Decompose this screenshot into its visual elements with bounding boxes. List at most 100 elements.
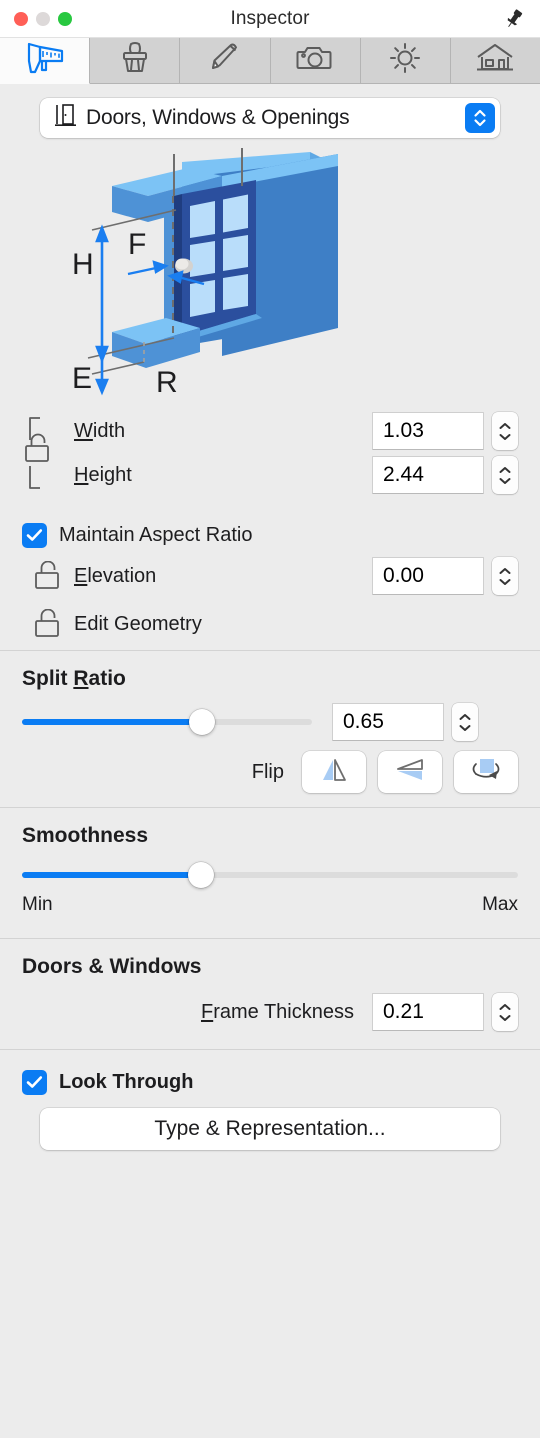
mirror-horizontal-icon: [317, 756, 351, 789]
elevation-unlocked-padlock-icon[interactable]: [22, 561, 74, 591]
svg-text:F: F: [128, 228, 146, 261]
flip-row: Flip: [0, 743, 540, 807]
elevation-stepper[interactable]: [492, 557, 518, 595]
close-button[interactable]: [14, 11, 28, 26]
edit-geometry-label: Edit Geometry: [74, 612, 202, 635]
smoothness-min-label: Min: [22, 894, 53, 915]
svg-text:H: H: [72, 248, 94, 281]
elevation-label-rest: levation: [87, 564, 157, 587]
caliper-icon: [22, 40, 68, 81]
width-stepper[interactable]: [492, 412, 518, 450]
smoothness-fill: [22, 872, 201, 878]
elevation-input[interactable]: 0.00: [372, 557, 484, 595]
title-bar: Inspector: [0, 0, 540, 38]
pin-icon[interactable]: [504, 8, 524, 35]
category-popup-button[interactable]: Doors, Windows & Openings: [40, 98, 500, 138]
height-row: Height 2.44: [74, 453, 518, 497]
window-controls: [0, 11, 72, 26]
tab-camera[interactable]: [270, 38, 361, 84]
look-through-label: Look Through: [59, 1070, 194, 1093]
svg-text:R: R: [156, 366, 178, 396]
maintain-aspect-ratio-row[interactable]: Maintain Aspect Ratio: [22, 508, 518, 554]
tab-light[interactable]: [360, 38, 451, 84]
frame-thickness-label: Frame Thickness: [201, 1001, 354, 1024]
minimize-button[interactable]: [36, 11, 50, 26]
split-ratio-fill: [22, 719, 202, 725]
frame-thickness-input[interactable]: 0.21: [372, 993, 484, 1031]
inspector-window: Inspector Doors, Windows & Openings H E …: [0, 0, 540, 1438]
split-ratio-heading: Split Ratio: [22, 651, 518, 695]
look-through-section: Look Through: [0, 1050, 540, 1096]
tab-site[interactable]: [450, 38, 540, 84]
frame-thickness-stepper[interactable]: [492, 993, 518, 1031]
height-label: Height: [74, 464, 132, 487]
width-input[interactable]: 1.03: [372, 412, 484, 450]
category-popup-value: Doors, Windows & Openings: [86, 106, 350, 129]
height-stepper[interactable]: [492, 456, 518, 494]
smoothness-slider[interactable]: [22, 862, 518, 888]
elevation-section: Elevation 0.00 Edit Geometry: [0, 554, 540, 650]
elevation-mnemonic: E: [74, 564, 88, 587]
door-icon: [54, 103, 78, 134]
flip-horizontal-button[interactable]: [302, 751, 366, 793]
window-dimension-diagram: H E F R: [0, 142, 540, 398]
maintain-aspect-ratio-label: Maintain Aspect Ratio: [59, 523, 253, 546]
look-through-row[interactable]: Look Through: [22, 1050, 518, 1096]
split-ratio-input[interactable]: 0.65: [332, 703, 444, 741]
house-icon: [473, 40, 517, 81]
aspect-lock-bracket[interactable]: [22, 398, 74, 508]
split-ratio-mnemonic: R: [73, 667, 89, 690]
flip-vertical-button[interactable]: [378, 751, 442, 793]
height-input[interactable]: 2.44: [372, 456, 484, 494]
split-ratio-heading-pre: Split: [22, 667, 74, 690]
elevation-row: Elevation 0.00: [22, 554, 518, 598]
edit-geometry-unlocked-padlock-icon[interactable]: [22, 609, 74, 639]
inspector-tabbar: [0, 38, 540, 84]
split-ratio-slider[interactable]: [22, 709, 312, 735]
edit-geometry-row[interactable]: Edit Geometry: [22, 598, 518, 650]
width-mnemonic: W: [74, 419, 93, 442]
look-through-checkbox-checked-icon[interactable]: [22, 1069, 47, 1095]
doors-windows-section: Doors & Windows Frame Thickness 0.21: [0, 939, 540, 1049]
smoothness-max-label: Max: [482, 894, 518, 915]
frame-thickness-row: Frame Thickness 0.21: [22, 983, 518, 1041]
height-mnemonic: H: [74, 463, 89, 486]
svg-text:E: E: [72, 362, 92, 395]
zoom-button[interactable]: [58, 11, 72, 26]
split-ratio-section: Split Ratio 0.65: [0, 651, 540, 743]
checkbox-checked-icon[interactable]: [22, 522, 47, 548]
frame-thickness-label-rest: rame Thickness: [213, 1000, 354, 1023]
tab-edit[interactable]: [180, 38, 271, 84]
width-row: Width 1.03: [74, 409, 518, 453]
doors-windows-heading: Doors & Windows: [22, 955, 202, 978]
tab-measure[interactable]: [0, 38, 91, 84]
smoothness-heading: Smoothness: [22, 824, 149, 847]
split-ratio-stepper[interactable]: [452, 703, 478, 741]
flip-depth-button[interactable]: [454, 751, 518, 793]
smoothness-knob[interactable]: [187, 862, 214, 888]
size-fields: Width 1.03 Height 2.44: [74, 409, 518, 497]
flip-label: Flip: [251, 760, 284, 783]
paintbrush-icon: [115, 40, 155, 81]
pencil-icon: [205, 40, 245, 81]
mirror-vertical-icon: [393, 756, 427, 789]
rotate-reverse-icon: [467, 756, 505, 789]
maintain-aspect-section: Maintain Aspect Ratio: [0, 508, 540, 554]
split-ratio-heading-post: atio: [88, 667, 126, 690]
chevron-up-down-icon[interactable]: [465, 103, 495, 133]
split-ratio-knob[interactable]: [188, 709, 215, 735]
sun-icon: [385, 40, 425, 81]
smoothness-range-labels: Min Max: [22, 888, 518, 916]
camera-icon: [294, 40, 336, 81]
smoothness-section: Smoothness Min Max: [0, 808, 540, 938]
tab-materials[interactable]: [90, 38, 181, 84]
page-title: Inspector: [230, 7, 310, 29]
width-label: Width: [74, 420, 125, 443]
height-label-rest: eight: [88, 463, 132, 486]
category-popup-wrap: Doors, Windows & Openings: [0, 84, 540, 142]
size-group: Width 1.03 Height 2.44: [0, 398, 540, 508]
type-representation-button[interactable]: Type & Representation...: [40, 1108, 500, 1150]
width-label-rest: idth: [92, 419, 126, 442]
elevation-label: Elevation: [74, 565, 156, 588]
split-ratio-row: 0.65: [22, 695, 518, 743]
